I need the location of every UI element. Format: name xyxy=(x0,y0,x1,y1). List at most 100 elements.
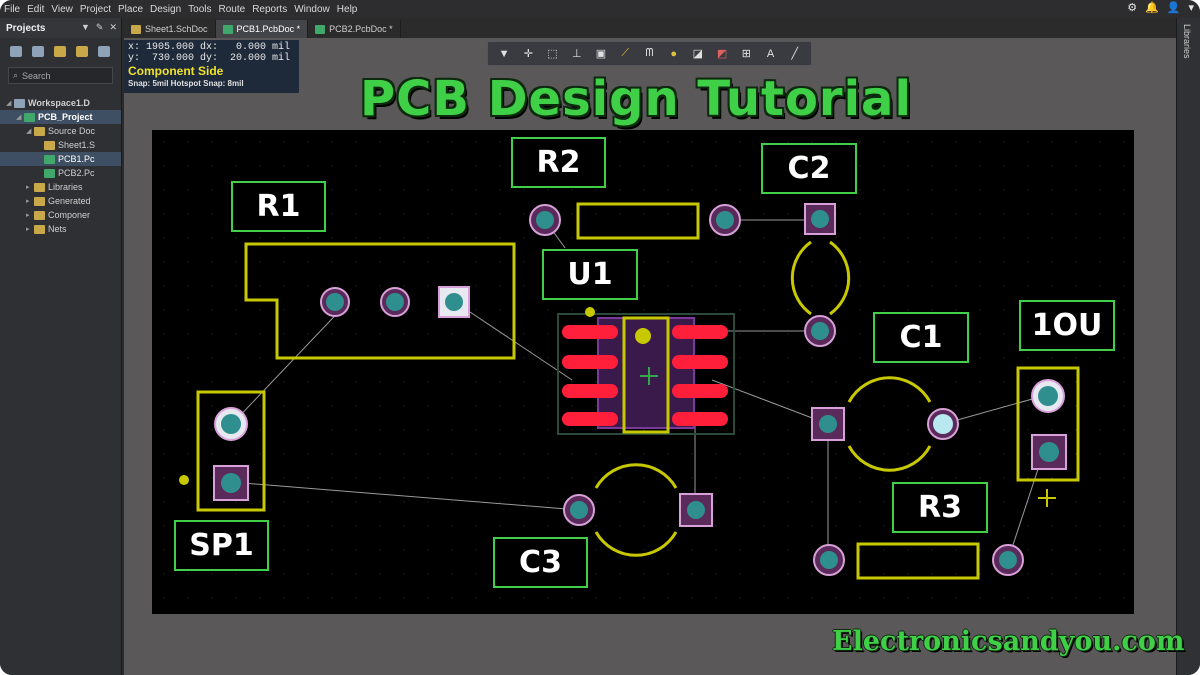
tree-item-label: Libraries xyxy=(48,182,83,192)
ratsnest-line xyxy=(231,301,349,425)
project-options-icon[interactable] xyxy=(76,46,88,57)
expand-arrow-icon[interactable]: ▸ xyxy=(26,225,34,233)
move-icon[interactable]: ✛ xyxy=(521,47,535,61)
document-tabs: Sheet1.SchDoc PCB1.PcbDoc * PCB2.PcbDoc … xyxy=(124,18,1174,38)
tab-pcb2-pcbdoc[interactable]: PCB2.PcbDoc * xyxy=(308,20,401,38)
pad-r2-2[interactable] xyxy=(709,204,741,236)
tree-item[interactable]: ◢ Workspace1.D xyxy=(0,96,121,110)
pad-r1-3[interactable] xyxy=(438,286,470,318)
menu-file[interactable]: File xyxy=(4,4,20,15)
expand-arrow-icon[interactable]: ▸ xyxy=(26,211,34,219)
label-sp1: SP1 xyxy=(174,520,269,571)
compile-icon[interactable] xyxy=(32,46,44,57)
menu-more-icon[interactable]: ▾ xyxy=(1188,1,1194,14)
polygon-icon[interactable]: ◪ xyxy=(691,47,705,61)
tree-item[interactable]: ▸ Componer xyxy=(0,208,121,222)
pad-r2-1[interactable] xyxy=(529,204,561,236)
menu-help[interactable]: Help xyxy=(337,4,358,15)
pad-sp1-2[interactable] xyxy=(213,465,249,501)
pad-c1-1[interactable] xyxy=(811,407,845,441)
tab-sheet1-schdoc[interactable]: Sheet1.SchDoc xyxy=(124,20,216,38)
pad-ou-1[interactable] xyxy=(1031,379,1065,413)
pad-c1-2[interactable] xyxy=(927,408,959,440)
menu-reports[interactable]: Reports xyxy=(252,4,287,15)
dimension-icon[interactable]: ⊞ xyxy=(739,47,753,61)
route-icon[interactable]: ⟋ xyxy=(618,47,632,61)
tree-item-label: Sheet1.S xyxy=(58,140,96,150)
pad-c2-1[interactable] xyxy=(804,203,836,235)
tree-item[interactable]: ▸ Generated xyxy=(0,194,121,208)
menu-project[interactable]: Project xyxy=(80,4,111,15)
pad-c3-2[interactable] xyxy=(679,493,713,527)
smd-pad xyxy=(672,325,728,339)
line-icon[interactable]: ╱ xyxy=(788,47,802,61)
expand-arrow-icon[interactable]: ▸ xyxy=(26,183,34,191)
via-icon[interactable]: ● xyxy=(667,47,681,61)
align-icon[interactable]: ⊥ xyxy=(570,47,584,61)
menu-view[interactable]: View xyxy=(51,4,73,15)
tree-item[interactable]: PCB2.Pc xyxy=(0,166,121,180)
label-c2: C2 xyxy=(761,143,857,194)
notifications-icon[interactable]: 🔔 xyxy=(1145,1,1159,14)
menu-place[interactable]: Place xyxy=(118,4,143,15)
user-icon[interactable]: 👤 xyxy=(1167,1,1181,14)
save-icon[interactable] xyxy=(10,46,22,57)
c3-silkscreen-bottom xyxy=(594,531,678,557)
expand-arrow-icon[interactable]: ◢ xyxy=(6,99,14,107)
label-u1: U1 xyxy=(542,249,638,300)
pin-icon[interactable]: ✎ xyxy=(96,22,104,33)
tree-item[interactable]: ◢ Source Doc xyxy=(0,124,121,138)
settings-icon[interactable]: ⚙ xyxy=(1127,1,1137,14)
panel-menu-icon[interactable]: ▼ xyxy=(81,22,90,33)
close-icon[interactable]: ✕ xyxy=(109,22,117,33)
filter-icon[interactable]: ▼ xyxy=(497,47,511,61)
tab-pcb1-pcbdoc[interactable]: PCB1.PcbDoc * xyxy=(215,20,309,38)
tree-item[interactable]: ◢ PCB_Project xyxy=(0,110,121,124)
pad-ou-2[interactable] xyxy=(1031,434,1067,470)
snap-info: Snap: 5mil Hotspot Snap: 8mil xyxy=(128,79,244,88)
pad-sp1-1[interactable] xyxy=(214,407,248,441)
tree-item-label: Componer xyxy=(48,210,91,220)
menu-route[interactable]: Route xyxy=(219,4,246,15)
menu-design[interactable]: Design xyxy=(150,4,181,15)
smd-pad xyxy=(562,325,618,339)
tree-item[interactable]: PCB1.Pc xyxy=(0,152,121,166)
tree-item[interactable]: ▸ Libraries xyxy=(0,180,121,194)
tree-item[interactable]: ▸ Nets xyxy=(0,222,121,236)
sp1-pin1-dot xyxy=(179,475,189,485)
expand-arrow-icon[interactable]: ◢ xyxy=(16,113,24,121)
menu-tools[interactable]: Tools xyxy=(188,4,211,15)
expand-arrow-icon[interactable]: ◢ xyxy=(26,127,34,135)
label-r1: R1 xyxy=(231,181,326,232)
component-icon[interactable]: ▣ xyxy=(594,47,608,61)
search-input[interactable]: ⌕ Search xyxy=(8,67,113,84)
smd-pad xyxy=(672,384,728,398)
open-folder-icon[interactable] xyxy=(54,46,66,57)
coord-y-line: y: 730.000 dy: 20.000 mil xyxy=(128,53,291,64)
text-icon[interactable]: A xyxy=(764,47,778,61)
tab-label: Sheet1.SchDoc xyxy=(145,24,208,34)
pad-c3-1[interactable] xyxy=(563,494,595,526)
diff-pair-icon[interactable]: ᗰ xyxy=(642,47,656,61)
active-bar-toolbar: ▼ ✛ ⬚ ⊥ ▣ ⟋ ᗰ ● ◪ ◩ ⊞ A ╱ xyxy=(487,41,812,66)
smd-pad xyxy=(562,355,618,369)
pad-r3-1[interactable] xyxy=(813,544,845,576)
label-c3: C3 xyxy=(493,537,588,588)
schematic-icon xyxy=(131,24,141,34)
menu-window[interactable]: Window xyxy=(294,4,330,15)
folder-icon xyxy=(34,210,45,220)
tree-item-label: PCB1.Pc xyxy=(58,154,95,164)
pad-r1-1[interactable] xyxy=(320,287,350,317)
libraries-panel-strip[interactable]: Libraries xyxy=(1176,18,1200,675)
pad-r1-2[interactable] xyxy=(380,287,410,317)
tree-item[interactable]: Sheet1.S xyxy=(0,138,121,152)
select-area-icon[interactable]: ⬚ xyxy=(546,47,560,61)
c2-silkscreen-left xyxy=(790,240,812,316)
pad-c2-2[interactable] xyxy=(804,315,836,347)
keepout-icon[interactable]: ◩ xyxy=(715,47,729,61)
libraries-label[interactable]: Libraries xyxy=(1182,24,1192,59)
menu-edit[interactable]: Edit xyxy=(27,4,44,15)
pad-r3-2[interactable] xyxy=(992,544,1024,576)
expand-arrow-icon[interactable]: ▸ xyxy=(26,197,34,205)
settings-icon[interactable] xyxy=(98,46,110,57)
